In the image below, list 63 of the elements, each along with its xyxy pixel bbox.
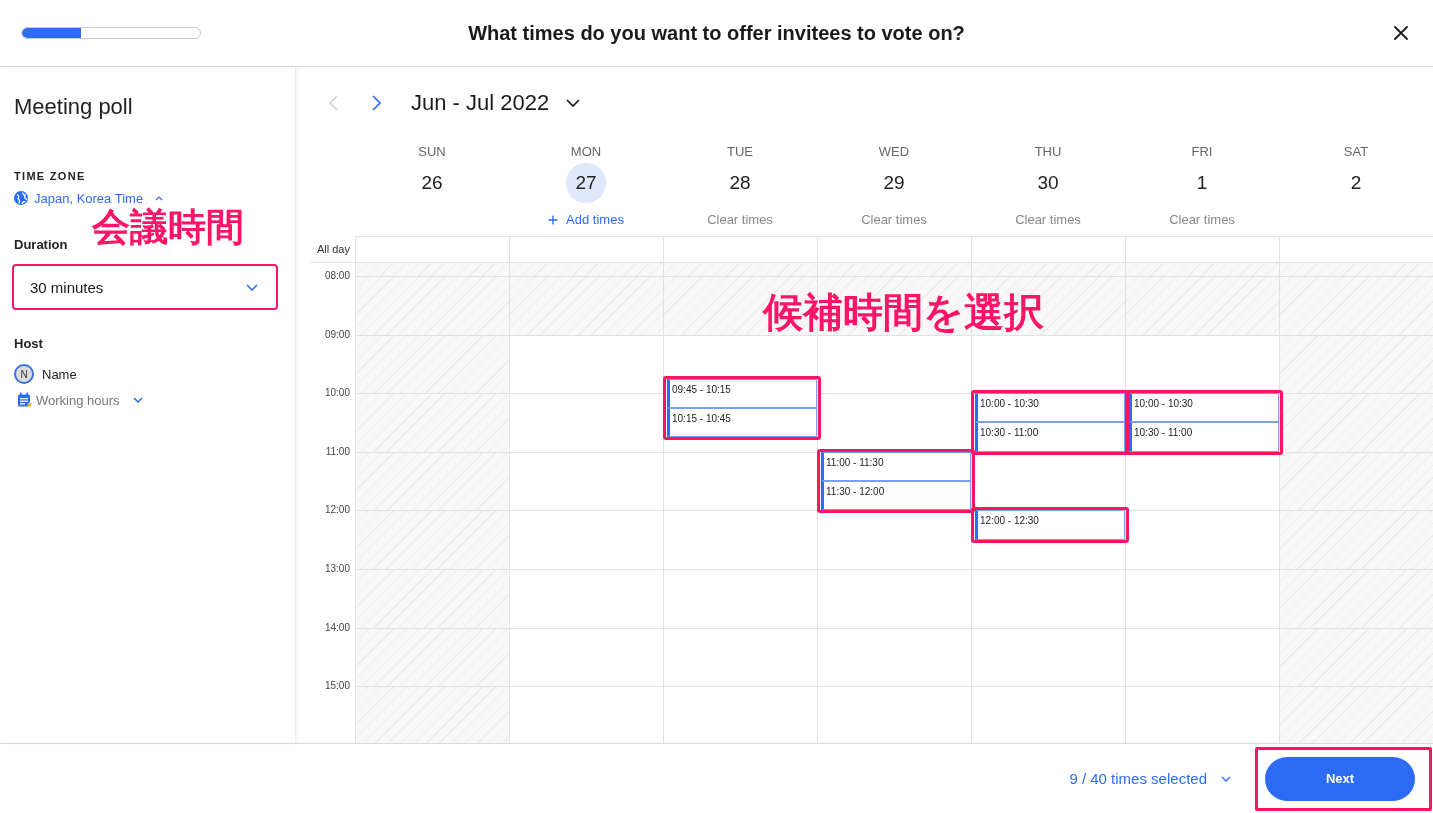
clear-times-button[interactable]: Clear times bbox=[707, 212, 773, 228]
annotation-text: 候補時間を選択 bbox=[763, 289, 1044, 335]
clear-times-button[interactable]: Clear times bbox=[1169, 212, 1235, 228]
time-slot[interactable]: 09:45 - 10:15 bbox=[667, 378, 817, 408]
time-slot[interactable]: 10:30 - 11:00 bbox=[975, 422, 1125, 452]
time-slot[interactable]: 10:00 - 10:30 bbox=[1129, 393, 1279, 423]
time-slot[interactable]: 10:00 - 10:30 bbox=[975, 393, 1125, 423]
date-number: 26 bbox=[420, 171, 444, 195]
hour-label: 12:00 bbox=[324, 504, 350, 517]
chevron-down-icon bbox=[1221, 775, 1231, 782]
plus-icon bbox=[548, 215, 559, 225]
selection-summary-button[interactable]: 9 / 40 times selected bbox=[1069, 770, 1231, 787]
duration-dropdown[interactable]: 30 minutes bbox=[12, 264, 278, 310]
date-number: 2 bbox=[1349, 171, 1363, 195]
clear-times-button[interactable]: Clear times bbox=[861, 212, 927, 228]
caret-up-icon bbox=[155, 195, 164, 201]
time-slot[interactable]: 11:00 - 11:30 bbox=[821, 451, 971, 482]
add-times-button[interactable]: Add times bbox=[548, 212, 624, 228]
chevron-left-icon bbox=[328, 95, 338, 111]
hour-label: 13:00 bbox=[324, 562, 350, 575]
time-slot[interactable]: 12:00 - 12:30 bbox=[975, 510, 1125, 540]
date-number: 28 bbox=[728, 171, 752, 195]
hour-label: 11:00 bbox=[325, 445, 350, 458]
host-name: Name bbox=[42, 366, 77, 382]
panel-title: Meeting poll bbox=[14, 94, 133, 120]
weekday-label: FRI bbox=[1191, 144, 1213, 160]
next-button[interactable]: Next bbox=[1265, 756, 1415, 801]
caret-down-icon bbox=[566, 99, 581, 107]
time-slot[interactable]: 11:30 - 12:00 bbox=[821, 481, 971, 511]
hour-label: 10:00 bbox=[324, 387, 350, 400]
section-label: TIME ZONE bbox=[14, 169, 86, 183]
hour-label: 14:00 bbox=[324, 621, 350, 634]
working-hours-dropdown[interactable]: Working hours bbox=[17, 392, 143, 408]
field-label: Host bbox=[14, 336, 43, 352]
close-icon bbox=[1394, 26, 1408, 40]
hour-label: 09:00 bbox=[324, 328, 350, 341]
time-zone-link[interactable]: Japan, Korea Time bbox=[14, 190, 164, 206]
weekday-label: THU bbox=[1034, 144, 1062, 160]
field-label: Duration bbox=[14, 237, 68, 253]
chevron-right-icon bbox=[371, 95, 381, 111]
weekday-label: TUE bbox=[727, 144, 753, 160]
hour-label: 15:00 bbox=[324, 680, 350, 693]
date-number: 30 bbox=[1036, 171, 1060, 195]
chevron-down-icon bbox=[246, 283, 258, 291]
globe-icon bbox=[14, 191, 28, 205]
weekday-label: MON bbox=[570, 144, 602, 160]
time-slot[interactable]: 10:30 - 11:00 bbox=[1129, 422, 1279, 452]
month-range-dropdown[interactable]: Jun - Jul 2022 bbox=[411, 90, 581, 116]
all-day-label: All day bbox=[315, 242, 351, 257]
annotation-text: 会議時間 bbox=[92, 205, 244, 249]
weekday-label: SUN bbox=[418, 144, 446, 160]
hour-label: 08:00 bbox=[324, 270, 350, 282]
chevron-down-icon bbox=[132, 397, 143, 403]
clear-times-button[interactable]: Clear times bbox=[1015, 212, 1081, 228]
date-number: 1 bbox=[1195, 171, 1209, 195]
weekday-label: WED bbox=[878, 144, 910, 160]
date-number: 27 bbox=[566, 163, 606, 203]
date-number: 29 bbox=[882, 171, 906, 195]
avatar-initial: N bbox=[14, 364, 34, 384]
dialog-title: What times do you want to offer invitees to vote on? bbox=[468, 21, 965, 45]
close-button[interactable] bbox=[1394, 26, 1408, 40]
time-slot[interactable]: 10:15 - 10:45 bbox=[667, 407, 817, 438]
weekday-label: SAT bbox=[1343, 144, 1369, 160]
